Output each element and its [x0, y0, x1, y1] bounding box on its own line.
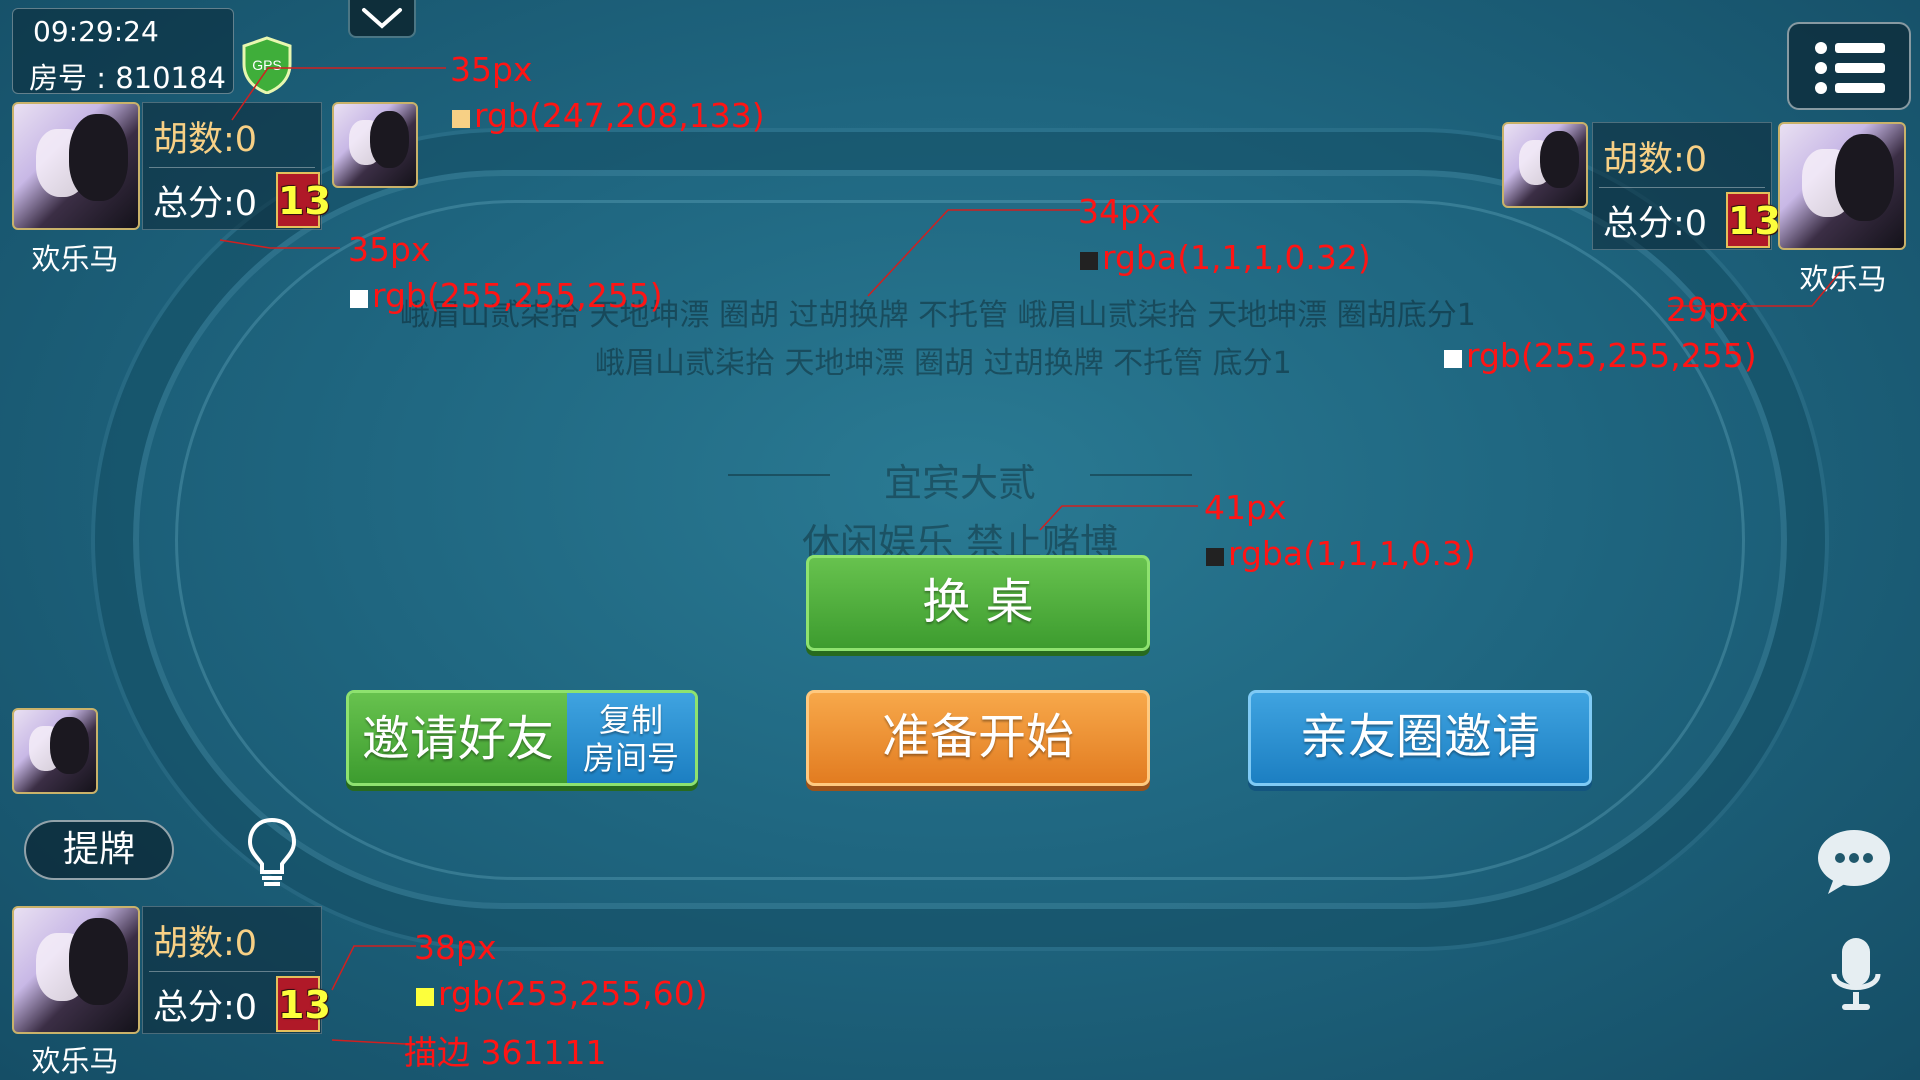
- annotation-size: 38px: [414, 928, 497, 967]
- annotation-size: 34px: [1078, 192, 1161, 231]
- annotation-color: rgb(255,255,255): [350, 276, 663, 315]
- annotation-size: 35px: [450, 50, 533, 89]
- annotation-color: rgb(253,255,60): [416, 974, 708, 1013]
- annotation-size: 41px: [1204, 488, 1287, 527]
- annotation-size: 29px: [1666, 290, 1749, 329]
- annotation-size: 35px: [348, 230, 431, 269]
- annotation-color: rgb(247,208,133): [452, 96, 765, 135]
- annotation-color: rgb(255,255,255): [1444, 336, 1757, 375]
- annotation-stroke: 描边 361111: [404, 1033, 607, 1072]
- annotation-leader-lines: [219, 67, 1841, 1045]
- annotation-color: rgba(1,1,1,0.32): [1080, 238, 1371, 277]
- annotation-color: rgba(1,1,1,0.3): [1206, 534, 1476, 573]
